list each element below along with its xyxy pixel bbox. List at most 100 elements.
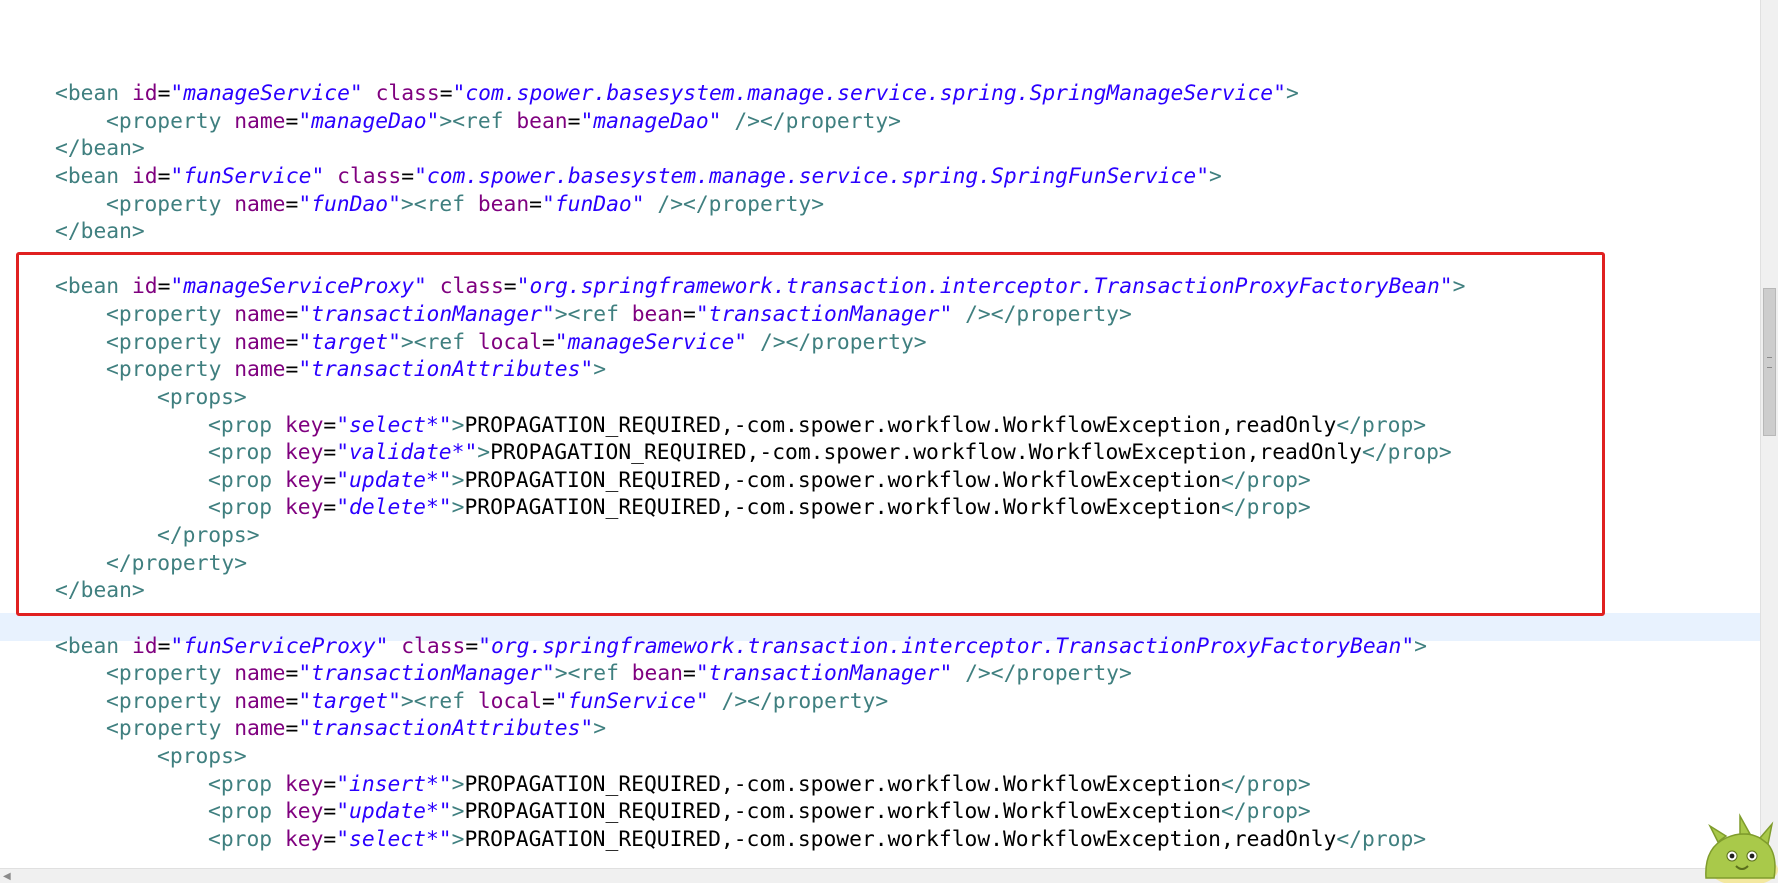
code-token: = — [157, 163, 171, 189]
code-token: PROPAGATION_REQUIRED,-com.spower.workflo… — [464, 799, 1221, 825]
code-token: "com.spower.basesystem.manage.service.sp… — [452, 81, 1286, 106]
code-token: = — [157, 81, 171, 106]
code-token: = — [285, 688, 299, 714]
code-token: name — [234, 688, 286, 714]
code-token: name — [234, 108, 286, 134]
code-token: <prop — [208, 771, 285, 797]
mascot-icon — [1705, 813, 1778, 883]
code-token: PROPAGATION_REQUIRED,-com.spower.workflo… — [464, 771, 1221, 797]
code-token: = — [285, 661, 299, 687]
code-line: <prop key="select*">PROPAGATION_REQUIRED… — [208, 826, 1426, 854]
code-token: /></property> — [952, 661, 1132, 687]
code-line: <bean id="funServiceProxy" class="org.sp… — [55, 633, 1427, 661]
code-line: <prop key="insert*">PROPAGATION_REQUIRED… — [208, 771, 1311, 799]
code-token: "select*" — [336, 827, 452, 852]
code-token: key — [284, 799, 324, 825]
code-token: "manageDao" — [298, 108, 440, 134]
code-token: <prop — [208, 827, 285, 852]
vertical-scroll-thumb[interactable] — [1763, 288, 1776, 436]
code-token: key — [284, 827, 324, 852]
code-token: <property — [106, 191, 235, 217]
code-token: = — [465, 633, 479, 659]
code-token: <bean — [55, 633, 132, 659]
horizontal-scrollbar[interactable]: ◀ — [0, 868, 1778, 883]
code-token: ><ref — [439, 108, 517, 134]
code-token: id — [131, 633, 158, 659]
code-line: <property name="funDao"><ref bean="funDa… — [106, 191, 824, 219]
code-line: <bean id="manageService" class="com.spow… — [55, 80, 1299, 108]
code-token: = — [285, 191, 299, 217]
scroll-left-arrow-icon[interactable]: ◀ — [3, 870, 11, 883]
code-token: "funService" — [554, 688, 709, 714]
code-token: PROPAGATION_REQUIRED,-com.spower.workflo… — [464, 827, 1337, 852]
code-token: <props> — [157, 744, 247, 770]
code-token: "insert*" — [336, 771, 452, 797]
code-token: > — [593, 716, 607, 742]
code-line: <property name="transactionAttributes"> — [106, 715, 606, 743]
code-token: <property — [106, 716, 235, 742]
code-token: = — [439, 81, 453, 106]
code-token: ><ref — [400, 191, 478, 217]
code-token: = — [401, 163, 415, 189]
code-token: class — [375, 81, 440, 106]
code-token: = — [567, 108, 581, 134]
code-token: </bean> — [55, 219, 145, 245]
code-token: "update*" — [336, 799, 452, 825]
code-token: <prop — [208, 799, 285, 825]
code-token: > — [451, 799, 465, 825]
code-token: "funService" — [170, 163, 325, 189]
code-token: bean — [477, 191, 530, 217]
code-token: id — [131, 81, 158, 106]
code-token: key — [284, 771, 324, 797]
scroll-grip-icon — [1767, 357, 1772, 368]
code-line: <property name="target"><ref local="funS… — [106, 688, 888, 716]
code-token: "transactionManager" — [695, 661, 953, 687]
code-line: <property name="manageDao"><ref bean="ma… — [106, 108, 901, 136]
code-token: </prop> — [1220, 771, 1311, 797]
code-token: "funDao" — [541, 191, 645, 217]
code-token: name — [234, 661, 286, 687]
code-token: local — [477, 688, 542, 714]
code-token: bean — [516, 108, 568, 134]
code-line: <bean id="funService" class="com.spower.… — [55, 163, 1222, 191]
code-token: = — [285, 108, 299, 134]
code-line: <prop key="update*">PROPAGATION_REQUIRED… — [208, 798, 1311, 826]
code-token: "transactionManager" — [298, 661, 555, 687]
code-token: /></property> — [644, 191, 825, 217]
code-token: = — [323, 827, 337, 852]
code-editor[interactable]: <bean id="manageService" class="com.spow… — [0, 0, 1760, 868]
code-token: "funServiceProxy" — [170, 633, 389, 659]
code-token: id — [131, 163, 158, 189]
code-token: "target" — [298, 688, 401, 714]
code-token: "manageService" — [170, 81, 363, 106]
code-token: class — [401, 633, 466, 659]
vertical-scrollbar[interactable] — [1760, 0, 1778, 868]
code-token: name — [234, 716, 286, 742]
code-line: </bean> — [55, 135, 145, 163]
code-token: </prop> — [1220, 799, 1311, 825]
code-token: </prop> — [1336, 827, 1427, 852]
code-token: = — [529, 191, 542, 217]
code-token: name — [234, 191, 286, 217]
code-token: = — [683, 661, 696, 687]
code-token: = — [323, 771, 337, 797]
code-token: > — [1285, 81, 1299, 106]
code-token: = — [323, 799, 337, 825]
code-token: <property — [106, 661, 235, 687]
code-token: "funDao" — [298, 191, 401, 217]
code-token: <bean — [55, 81, 132, 106]
code-token: </bean> — [55, 136, 145, 162]
code-token: "org.springframework.transaction.interce… — [478, 633, 1415, 659]
code-token: "manageDao" — [580, 108, 722, 134]
code-token: class — [337, 163, 402, 189]
code-token: <bean — [55, 163, 132, 189]
code-token: <property — [106, 108, 235, 134]
code-token: = — [157, 633, 171, 659]
annotation-highlight-box — [16, 252, 1605, 616]
code-token: "transactionAttributes" — [298, 716, 594, 742]
code-token: > — [1209, 163, 1222, 189]
code-token: ><ref — [554, 661, 632, 687]
code-line: <props> — [157, 743, 247, 771]
